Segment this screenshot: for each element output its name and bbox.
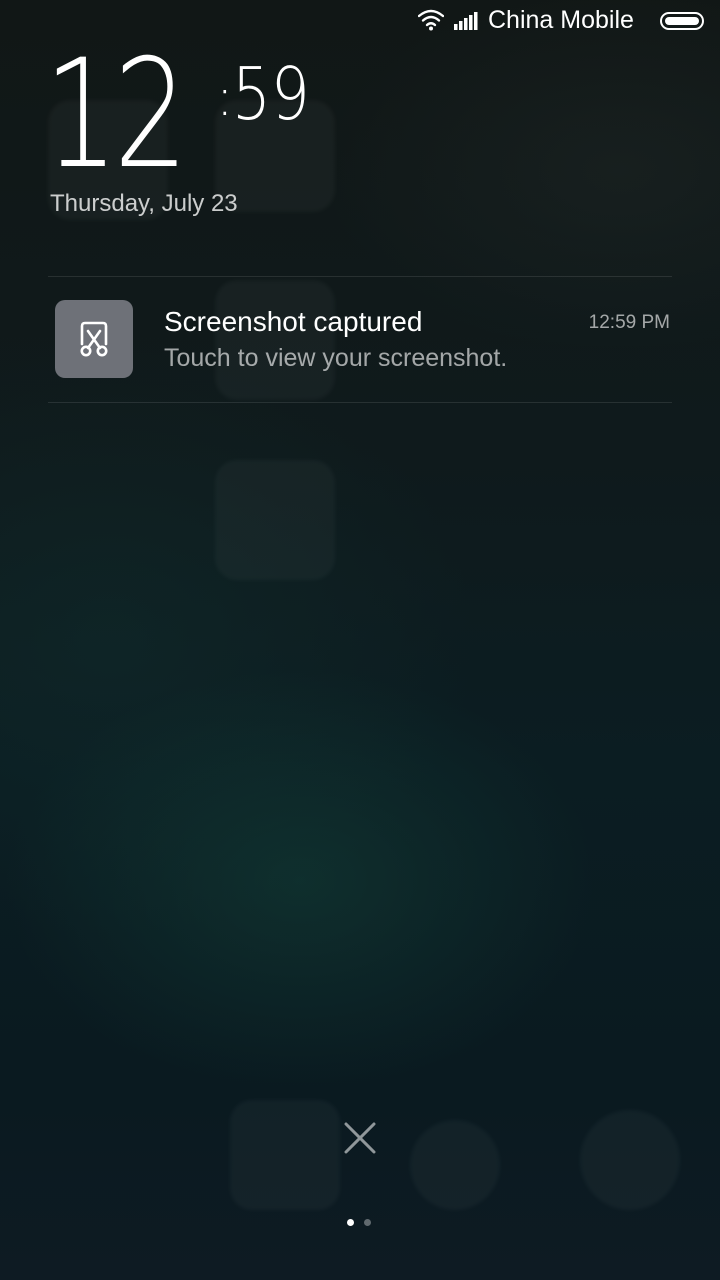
clock-separator: : bbox=[216, 68, 234, 128]
page-indicator bbox=[344, 1219, 376, 1229]
close-icon bbox=[344, 1122, 376, 1154]
notification-time: 12:59 PM bbox=[588, 312, 670, 333]
carrier-name: China Mobile bbox=[488, 6, 634, 34]
notification-title: Screenshot captured bbox=[164, 306, 423, 337]
clock-minutes: 59 bbox=[232, 52, 310, 136]
clear-notifications-button[interactable] bbox=[336, 1114, 384, 1162]
signal-icon bbox=[454, 12, 478, 30]
battery-icon bbox=[660, 12, 704, 30]
page-dot-inactive bbox=[364, 1219, 371, 1226]
lock-date: Thursday, July 23 bbox=[50, 190, 238, 217]
wifi-icon bbox=[418, 9, 444, 31]
page-dot-active bbox=[347, 1219, 354, 1226]
notification-card[interactable]: Screenshot captured Touch to view your s… bbox=[48, 277, 672, 402]
divider bbox=[48, 402, 672, 403]
clock-hours: 12 bbox=[44, 28, 188, 202]
notification-app-icon bbox=[55, 300, 133, 378]
lock-clock: 12 : 59 bbox=[44, 40, 364, 200]
notification-body: Touch to view your screenshot. bbox=[164, 344, 508, 372]
screenshot-scissors-icon bbox=[80, 321, 108, 357]
